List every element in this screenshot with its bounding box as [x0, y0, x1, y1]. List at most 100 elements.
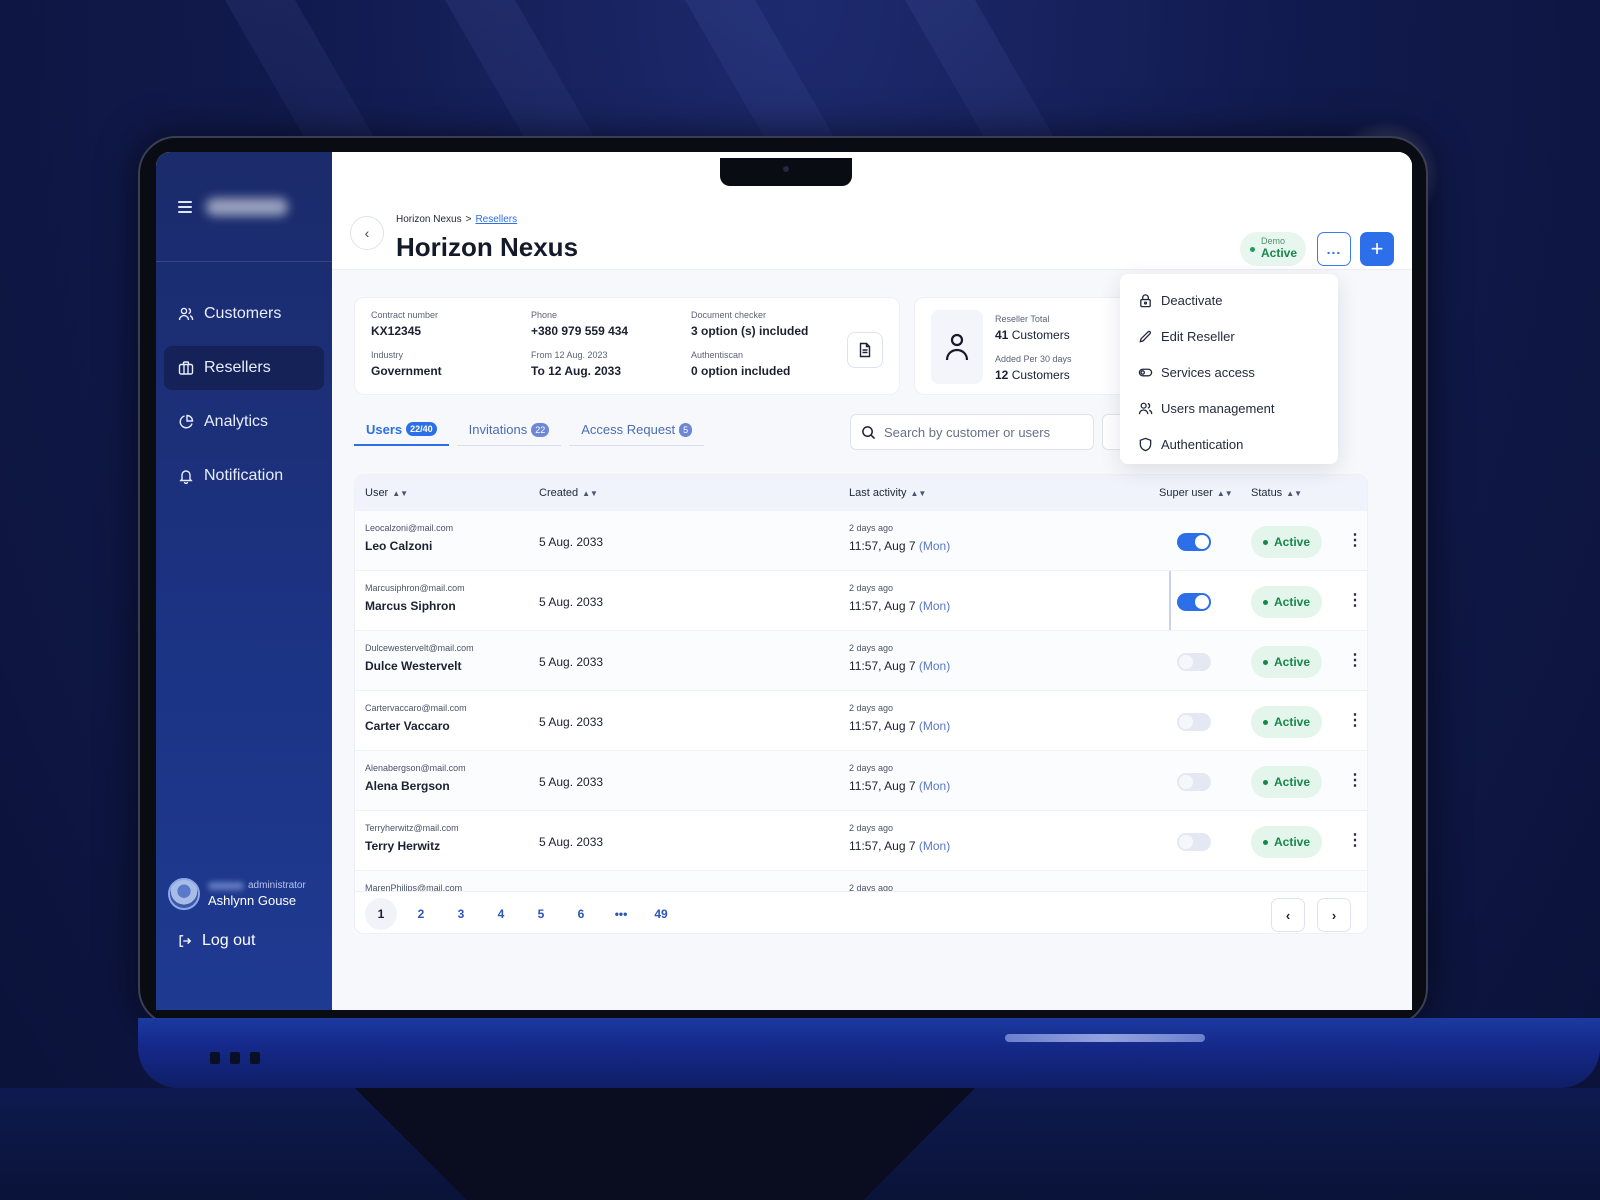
super-user-toggle[interactable] — [1177, 593, 1211, 611]
current-user[interactable]: administrator Ashlynn Gouse — [168, 878, 306, 910]
lock-icon — [1140, 293, 1151, 307]
table-row[interactable]: Terryherwitz@mail.com Terry Herwitz 5 Aug.… — [355, 811, 1367, 871]
users-icon — [1138, 402, 1153, 414]
column-user[interactable]: User ▲▼ — [365, 487, 408, 499]
super-user-toggle[interactable] — [1177, 713, 1211, 731]
sidebar-item-analytics[interactable]: Analytics — [164, 400, 324, 444]
column-super-user[interactable]: Super user ▲▼ — [1159, 487, 1233, 499]
users-table: User ▲▼ Created ▲▼ Last activity ▲▼ Super u… — [354, 474, 1368, 934]
row-more-icon[interactable]: ⋮ — [1347, 713, 1363, 729]
sidebar-item-notification[interactable]: Notification — [164, 454, 324, 498]
status-label: Active — [1274, 595, 1311, 609]
created-date: 5 Aug. 2033 — [539, 835, 604, 849]
user-name: Marcus Siphron — [365, 599, 456, 613]
status-badge: Active — [1251, 766, 1323, 798]
page-2[interactable]: 2 — [405, 898, 437, 930]
super-user-toggle[interactable] — [1177, 833, 1211, 851]
breadcrumb-root[interactable]: Horizon Nexus — [396, 214, 462, 225]
status-dot — [1263, 719, 1268, 725]
sidebar-header — [156, 152, 332, 262]
status-badge: Active — [1251, 526, 1323, 558]
page-6[interactable]: 6 — [565, 898, 597, 930]
prev-page-button[interactable]: ‹ — [1271, 898, 1305, 932]
last-activity-relative: 2 days ago — [849, 643, 894, 653]
table-row[interactable]: Dulcewestervelt@mail.com Dulce Westervelt… — [355, 631, 1367, 691]
last-activity-cell: 2 days ago 11:57, Aug 7 (Mon) — [849, 823, 950, 853]
more-options-button[interactable]: ... — [1317, 232, 1351, 266]
table-row[interactable]: Alenabergson@mail.com Alena Bergson 5 Aug.… — [355, 751, 1367, 811]
table-row[interactable]: MarenPhilips@mail.com 2 days ago — [355, 871, 1367, 891]
page-ellipsis[interactable]: ••• — [605, 898, 637, 930]
column-last-activity[interactable]: Last activity ▲▼ — [849, 487, 926, 499]
user-cell: Alenabergson@mail.com Alena Bergson — [365, 763, 466, 793]
logout-button[interactable]: Log out — [178, 932, 255, 950]
add-button[interactable]: + — [1360, 232, 1394, 266]
user-cell: Dulcewestervelt@mail.com Dulce Westervelt — [365, 643, 474, 673]
menu-item-services-access[interactable]: Services access — [1120, 354, 1338, 390]
column-created[interactable]: Created ▲▼ — [539, 487, 598, 499]
tab-invitations[interactable]: Invitations 22 — [456, 414, 562, 446]
document-button[interactable] — [847, 332, 883, 368]
sort-icon: ▲▼ — [1216, 488, 1233, 498]
super-user-toggle[interactable] — [1177, 653, 1211, 671]
status-dot — [1263, 839, 1268, 845]
page-1[interactable]: 1 — [365, 898, 397, 930]
row-more-icon[interactable]: ⋮ — [1347, 653, 1363, 669]
last-activity-relative: 2 days ago — [849, 703, 894, 713]
pagination: 1 2 3 4 5 6 ••• 49 ‹ › — [355, 891, 1367, 933]
last-activity-day: (Mon) — [918, 539, 951, 553]
table-row[interactable]: Leocalzoni@mail.com Leo Calzoni 5 Aug. 203… — [355, 511, 1367, 571]
person-icon — [931, 310, 983, 384]
added-per-30-count: 12 — [995, 368, 1009, 382]
reseller-stats-card: Reseller Total 41 Customers Added Per 30… — [914, 297, 1144, 395]
column-status[interactable]: Status ▲▼ — [1251, 487, 1302, 499]
back-button[interactable]: ‹ — [350, 216, 384, 250]
status-badge: Active — [1251, 586, 1323, 618]
status-dot — [1263, 779, 1268, 785]
row-more-icon[interactable]: ⋮ — [1347, 833, 1363, 849]
user-name: Alena Bergson — [365, 779, 450, 793]
tab-access-request[interactable]: Access Request 5 — [569, 414, 705, 446]
page-4[interactable]: 4 — [485, 898, 517, 930]
laptop-screen: Customers Resellers Analytics Notificati… — [156, 152, 1412, 1010]
briefcase-icon — [178, 361, 194, 375]
logout-label: Log out — [202, 932, 256, 949]
user-name: Leo Calzoni — [365, 539, 433, 553]
last-activity-day: (Mon) — [918, 659, 951, 673]
breadcrumb-current[interactable]: Resellers — [475, 214, 517, 225]
next-page-button[interactable]: › — [1317, 898, 1351, 932]
search-input[interactable] — [883, 424, 1083, 440]
menu-item-edit-reseller[interactable]: Edit Reseller — [1120, 318, 1338, 354]
laptop-base — [138, 1018, 1600, 1088]
page-3[interactable]: 3 — [445, 898, 477, 930]
last-activity-cell: 2 days ago 11:57, Aug 7 (Mon) — [849, 703, 950, 733]
menu-icon[interactable] — [178, 200, 192, 213]
menu-item-deactivate[interactable]: Deactivate — [1120, 282, 1338, 318]
authentiscan-value: 0 option included — [691, 364, 791, 378]
table-row[interactable]: Marcusiphron@mail.com Marcus Siphron 5 Aug… — [355, 571, 1367, 631]
row-more-icon[interactable]: ⋮ — [1347, 593, 1363, 609]
industry-value: Government — [371, 364, 442, 378]
menu-item-users-management[interactable]: Users management — [1120, 390, 1338, 426]
status-label: Active — [1274, 535, 1311, 549]
sort-icon: ▲▼ — [910, 488, 927, 498]
super-user-toggle[interactable] — [1177, 773, 1211, 791]
breadcrumb: Horizon Nexus > Resellers — [396, 214, 517, 225]
user-role: administrator — [248, 880, 306, 891]
status-badge: Active — [1251, 706, 1323, 738]
row-more-icon[interactable]: ⋮ — [1347, 773, 1363, 789]
tab-users[interactable]: Users 22/40 — [354, 414, 449, 446]
last-activity-cell: 2 days ago 11:57, Aug 7 (Mon) — [849, 763, 950, 793]
chevron-left-icon: ‹ — [364, 225, 370, 241]
phone-label: Phone — [531, 310, 558, 320]
menu-item-authentication[interactable]: Authentication — [1120, 426, 1338, 462]
page-5[interactable]: 5 — [525, 898, 557, 930]
super-user-toggle[interactable] — [1177, 533, 1211, 551]
sort-icon: ▲▼ — [1286, 488, 1303, 498]
page-49[interactable]: 49 — [645, 898, 677, 930]
table-row[interactable]: Cartervaccaro@mail.com Carter Vaccaro 5 Au… — [355, 691, 1367, 751]
sidebar-item-customers[interactable]: Customers — [164, 292, 324, 336]
sidebar-item-label: Customers — [204, 305, 282, 322]
row-more-icon[interactable]: ⋮ — [1347, 533, 1363, 549]
sidebar-item-resellers[interactable]: Resellers — [164, 346, 324, 390]
